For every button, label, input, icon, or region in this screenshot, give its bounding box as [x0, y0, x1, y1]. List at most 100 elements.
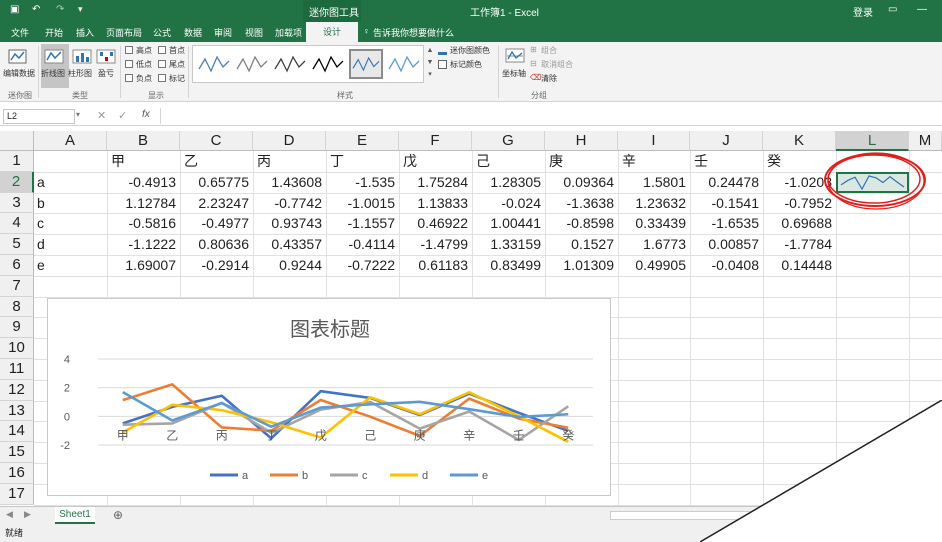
row-header-3[interactable]: 3: [0, 192, 34, 214]
data-cell[interactable]: 1.43608: [253, 172, 322, 193]
signin-link[interactable]: 登录: [853, 4, 873, 19]
tab-file[interactable]: 文件: [11, 26, 29, 39]
high-point-checkbox[interactable]: [125, 46, 133, 54]
minimize-icon[interactable]: —: [917, 4, 927, 15]
data-cell[interactable]: 1.6773: [618, 234, 686, 255]
column-header-a[interactable]: A: [34, 131, 107, 151]
style-option[interactable]: [387, 49, 421, 79]
data-cell[interactable]: 0.00857: [690, 234, 759, 255]
data-cell[interactable]: 0.1527: [545, 234, 614, 255]
clear-icon[interactable]: ⌫: [530, 73, 541, 82]
ribbon-display-icon[interactable]: ▭: [888, 4, 897, 15]
header-cell[interactable]: 戊: [403, 151, 417, 172]
column-header-e[interactable]: E: [326, 131, 399, 151]
data-cell[interactable]: -0.4977: [180, 213, 249, 234]
winloss-sparkline-icon[interactable]: [96, 47, 118, 67]
column-header-d[interactable]: D: [253, 131, 326, 151]
prev-sheet-icon[interactable]: ◀: [6, 509, 13, 520]
row-header-13[interactable]: 13: [0, 400, 34, 422]
column-header-c[interactable]: C: [180, 131, 253, 151]
gallery-scroll[interactable]: ▲ ▼ ▾: [425, 45, 435, 83]
data-cell[interactable]: -0.2914: [180, 255, 249, 276]
row-header-16[interactable]: 16: [0, 463, 34, 484]
data-cell[interactable]: 2.23247: [180, 193, 249, 214]
ungroup-icon[interactable]: ⊟: [530, 59, 537, 68]
data-cell[interactable]: -1.3638: [545, 193, 614, 214]
style-option-selected[interactable]: [349, 49, 383, 79]
next-sheet-icon[interactable]: ▶: [24, 509, 31, 520]
header-cell[interactable]: 乙: [184, 151, 198, 172]
insert-function-button[interactable]: fx: [142, 109, 150, 120]
data-cell[interactable]: -0.8598: [545, 213, 614, 234]
header-cell[interactable]: 辛: [622, 151, 636, 172]
tab-home[interactable]: 开始: [45, 26, 63, 39]
row-label-cell[interactable]: d: [37, 234, 45, 255]
tab-data[interactable]: 数据: [184, 26, 202, 39]
data-cell[interactable]: 1.12784: [107, 193, 176, 214]
data-cell[interactable]: 0.24478: [690, 172, 759, 193]
data-cell[interactable]: 0.9244: [253, 255, 322, 276]
data-cell[interactable]: 1.01309: [545, 255, 614, 276]
data-cell[interactable]: -0.0408: [690, 255, 759, 276]
column-header-g[interactable]: G: [472, 131, 545, 151]
axis-icon[interactable]: [505, 46, 527, 66]
row-header-6[interactable]: 6: [0, 255, 34, 276]
row-header-8[interactable]: 8: [0, 296, 34, 318]
header-cell[interactable]: 丁: [330, 151, 344, 172]
add-sheet-icon[interactable]: ⊕: [113, 508, 123, 522]
header-cell[interactable]: 丙: [257, 151, 271, 172]
header-cell[interactable]: 己: [476, 151, 490, 172]
tab-view[interactable]: 视图: [245, 26, 263, 39]
column-header-h[interactable]: H: [545, 131, 618, 151]
data-cell[interactable]: 0.93743: [253, 213, 322, 234]
tab-review[interactable]: 审阅: [214, 26, 232, 39]
data-cell[interactable]: 0.14448: [763, 255, 832, 276]
data-cell[interactable]: -1.0015: [326, 193, 395, 214]
data-cell[interactable]: -0.4114: [326, 234, 395, 255]
style-option[interactable]: [311, 49, 345, 79]
column-header-b[interactable]: B: [107, 131, 180, 151]
row-label-cell[interactable]: e: [37, 255, 45, 276]
data-cell[interactable]: 0.80636: [180, 234, 249, 255]
tab-design[interactable]: 设计: [306, 22, 358, 42]
group-button[interactable]: 组合: [541, 45, 557, 56]
row-label-cell[interactable]: a: [37, 172, 45, 193]
undo-icon[interactable]: ↶: [32, 4, 40, 15]
data-cell[interactable]: -0.7222: [326, 255, 395, 276]
marker-color-icon[interactable]: [438, 60, 447, 69]
tab-formulas[interactable]: 公式: [153, 26, 171, 39]
data-cell[interactable]: -0.7742: [253, 193, 322, 214]
select-all-corner[interactable]: [0, 131, 34, 151]
style-option[interactable]: [197, 49, 231, 79]
data-cell[interactable]: 0.65775: [180, 172, 249, 193]
tab-insert[interactable]: 插入: [76, 26, 94, 39]
line-chart[interactable]: 图表标题 4 2 0 -2 甲乙丙丁戊己庚辛壬癸 a b c d e: [47, 298, 611, 496]
edit-data-icon[interactable]: [8, 47, 30, 67]
header-cell[interactable]: 庚: [549, 151, 563, 172]
column-header-f[interactable]: F: [399, 131, 472, 151]
row-header-10[interactable]: 10: [0, 338, 34, 359]
enter-icon[interactable]: ✓: [118, 109, 127, 122]
marker-color-button[interactable]: 标记颜色: [450, 59, 482, 70]
data-cell[interactable]: -1.7784: [763, 234, 832, 255]
data-cell[interactable]: 0.83499: [472, 255, 541, 276]
first-point-checkbox[interactable]: [158, 46, 166, 54]
cancel-icon[interactable]: ✕: [97, 109, 106, 122]
type-column-label[interactable]: 柱形图: [68, 68, 92, 79]
header-cell[interactable]: 壬: [694, 151, 708, 172]
tab-page-layout[interactable]: 页面布局: [106, 26, 142, 39]
data-cell[interactable]: 0.46922: [399, 213, 468, 234]
row-header-12[interactable]: 12: [0, 379, 34, 401]
group-icon[interactable]: ⊞: [530, 45, 537, 54]
row-header-9[interactable]: 9: [0, 317, 34, 339]
data-cell[interactable]: 0.09364: [545, 172, 614, 193]
column-header-j[interactable]: J: [690, 131, 763, 151]
row-header-5[interactable]: 5: [0, 234, 34, 255]
tell-me-search[interactable]: 告诉我你想要做什么: [373, 26, 454, 39]
column-sparkline-icon[interactable]: [72, 47, 94, 67]
data-cell[interactable]: 0.69688: [763, 213, 832, 234]
data-cell[interactable]: 1.28305: [472, 172, 541, 193]
data-cell[interactable]: 0.43357: [253, 234, 322, 255]
row-header-17[interactable]: 17: [0, 483, 34, 505]
data-cell[interactable]: 1.69007: [107, 255, 176, 276]
